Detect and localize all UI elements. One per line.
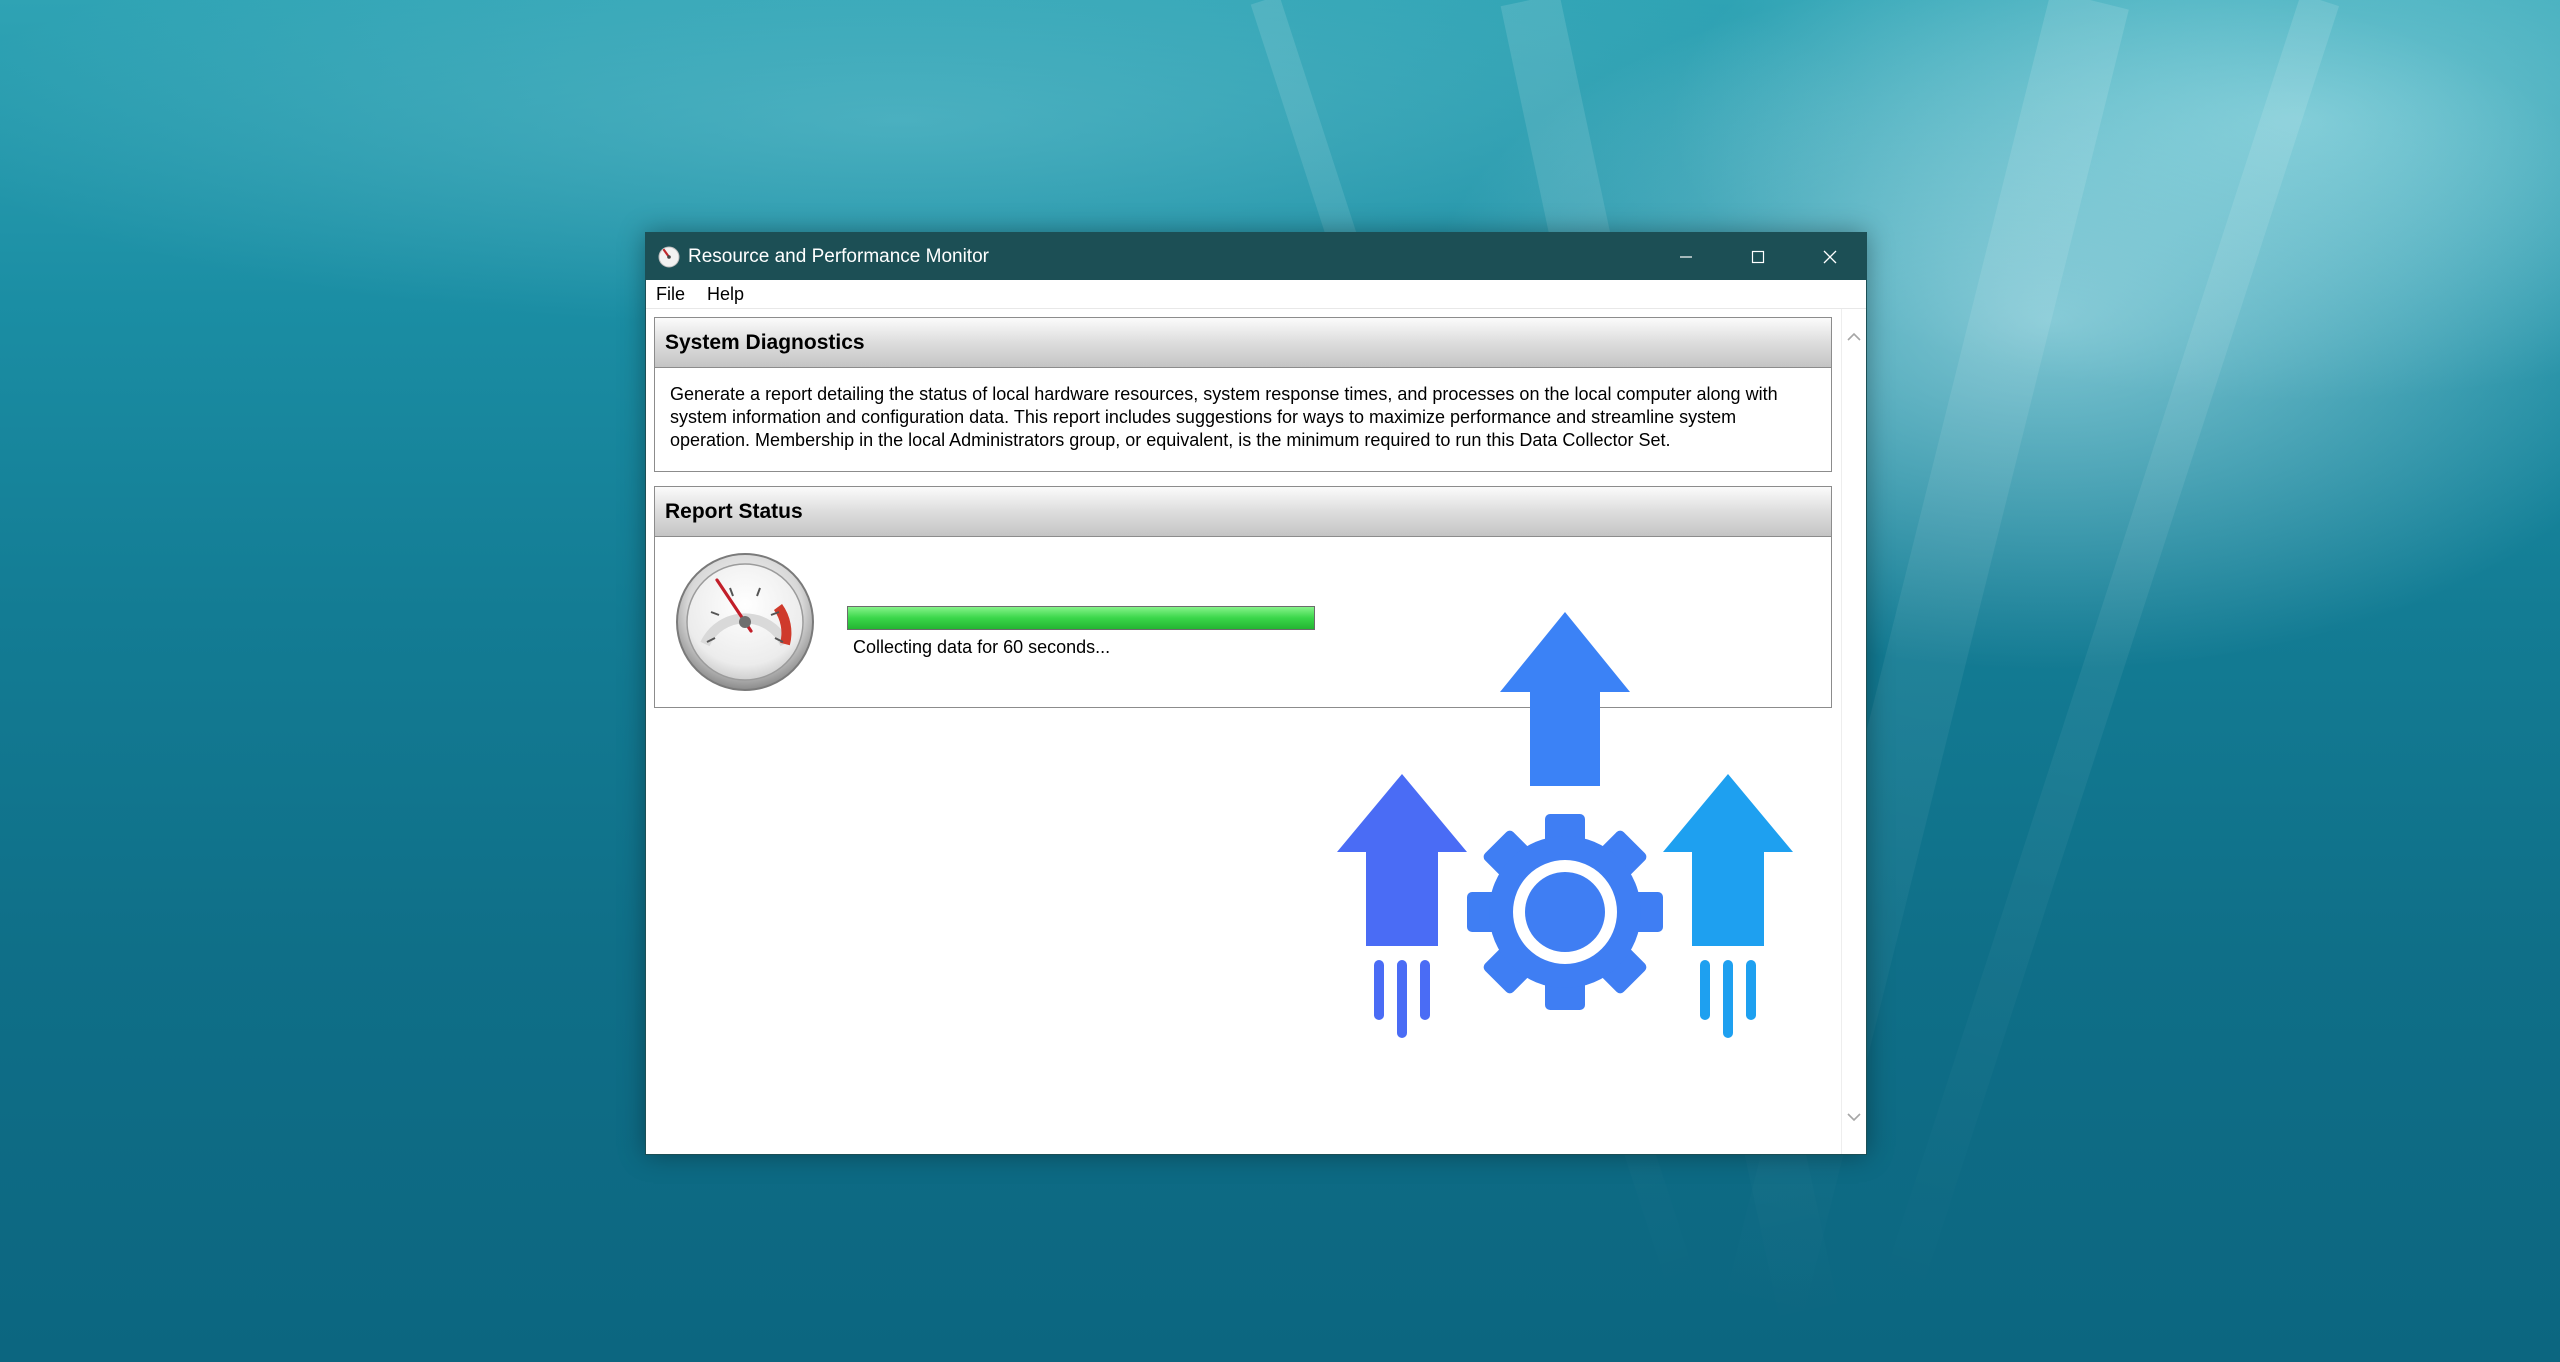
- report-status-text: Collecting data for 60 seconds...: [853, 637, 1111, 657]
- performance-boost-gear-arrows-icon: [1337, 612, 1793, 1038]
- chevron-down-icon: [1847, 1113, 1861, 1122]
- minimize-icon: [1680, 255, 1692, 258]
- menu-file[interactable]: File: [654, 284, 695, 305]
- maximize-button[interactable]: [1722, 233, 1794, 280]
- window-title: Resource and Performance Monitor: [688, 245, 989, 267]
- vertical-scrollbar[interactable]: [1841, 309, 1866, 1154]
- scroll-up-button[interactable]: [1842, 325, 1866, 349]
- title-bar[interactable]: Resource and Performance Monitor: [646, 233, 1866, 280]
- report-progress-bar: [847, 606, 1315, 630]
- close-icon: [1823, 250, 1837, 263]
- chevron-up-icon: [1847, 332, 1861, 341]
- speedometer-gauge-icon: [676, 553, 814, 691]
- system-diagnostics-header[interactable]: System Diagnostics: [655, 318, 1831, 368]
- menu-help[interactable]: Help: [705, 284, 754, 305]
- minimize-button[interactable]: [1650, 233, 1722, 280]
- report-status-header[interactable]: Report Status: [655, 487, 1831, 537]
- maximize-icon: [1751, 250, 1765, 263]
- close-button[interactable]: [1794, 233, 1866, 280]
- system-diagnostics-panel: System Diagnostics Generate a report det…: [654, 317, 1832, 472]
- menu-bar: File Help: [646, 280, 1866, 309]
- report-progress-fill: [848, 607, 1314, 629]
- scroll-down-button[interactable]: [1842, 1105, 1866, 1129]
- system-diagnostics-description: Generate a report detailing the status o…: [670, 384, 1778, 450]
- monitor-gauge-icon: [658, 246, 680, 267]
